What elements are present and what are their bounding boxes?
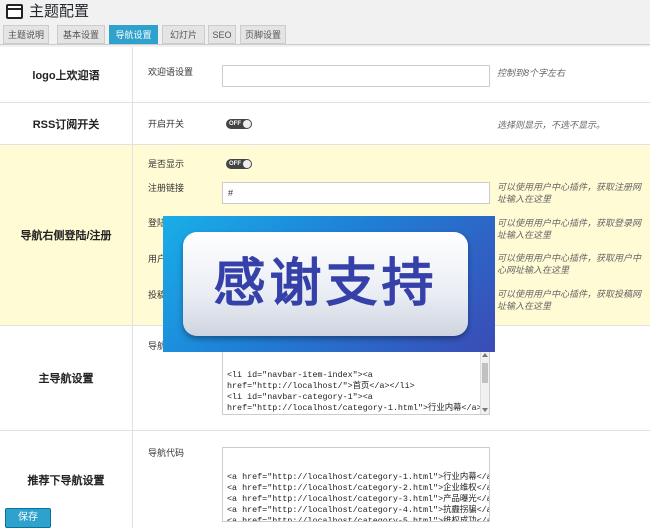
row-sub-nav: 推荐下导航设置 导航代码 <a href="http://localhost/c… [0,431,650,528]
window-icon [6,4,23,19]
field-label: 导航代码 [148,448,185,458]
tab-divider [0,44,650,45]
scroll-thumb[interactable] [482,363,488,383]
tab-basic-settings[interactable]: 基本设置 [57,25,105,44]
row-header: 导航右侧登陆/注册 [0,145,133,325]
sub-nav-code-textarea[interactable]: <a href="http://localhost/category-1.htm… [222,447,490,522]
field-label: 注册链接 [148,183,185,193]
field-note: 控制到8个字左右 [497,68,566,78]
field-label: 开启开关 [148,119,185,129]
tab-slideshow[interactable]: 幻灯片 [162,25,205,44]
field-note: 可以使用用户中心插件，获取投稿网址输入在这里 [497,289,642,311]
rss-toggle[interactable]: OFF [226,119,252,129]
row-logo-welcome: logo上欢迎语 欢迎语设置 控制到8个字左右 [0,47,650,103]
row-rss-toggle: RSS订阅开关 开启开关 OFF 选择则显示，不选不显示。 [0,103,650,145]
banner-text: 感谢支持 [213,254,438,314]
field-note: 选择则显示，不选不显示。 [497,120,606,130]
row-header: logo上欢迎语 [0,47,133,102]
tab-nav-settings[interactable]: 导航设置 [109,25,158,44]
textarea-content: <li id="navbar-item-index"><a href="http… [227,370,482,413]
welcome-text-input[interactable] [222,65,490,87]
scroll-down-icon[interactable] [482,408,488,412]
field-note: 可以使用用户中心插件，获取注册网址输入在这里 [497,182,642,204]
banner-plate: 感谢支持 [183,232,468,336]
scroll-up-icon[interactable] [482,353,488,357]
textarea-scrollbar[interactable] [480,351,489,414]
row-header: RSS订阅开关 [0,103,133,144]
page-header: 主题配置 [0,0,650,24]
field-label: 是否显示 [148,159,185,169]
textarea-content: <a href="http://localhost/category-1.htm… [227,472,490,522]
field-note: 可以使用用户中心插件，获取登录网址输入在这里 [497,218,642,240]
row-header: 主导航设置 [0,326,133,430]
tab-theme-info[interactable]: 主题说明 [3,25,49,44]
toggle-knob [243,120,251,128]
tab-bar: 主题说明 基本设置 导航设置 幻灯片 SEO 页脚设置 [3,25,650,44]
register-url-input[interactable] [222,182,490,204]
page-title: 主题配置 [29,3,90,20]
toggle-knob [243,160,251,168]
field-label: 欢迎语设置 [148,67,194,77]
save-button[interactable]: 保存 [5,508,51,528]
show-login-toggle[interactable]: OFF [226,159,252,169]
tab-seo[interactable]: SEO [208,25,236,44]
thanks-banner: 感谢支持 [163,216,495,352]
main-nav-code-textarea[interactable]: <li id="navbar-item-index"><a href="http… [222,350,490,415]
toggle-state: OFF [229,121,241,127]
toggle-state: OFF [229,161,241,167]
field-note: 可以使用用户中心插件，获取用户中心网址输入在这里 [497,253,642,275]
tab-footer-settings[interactable]: 页脚设置 [240,25,286,44]
